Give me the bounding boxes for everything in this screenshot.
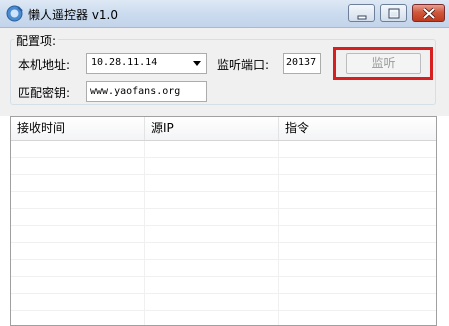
list-header: 接收时间 源IP 指令 <box>11 117 436 141</box>
local-address-label: 本机地址: <box>18 58 71 72</box>
message-list[interactable]: 接收时间 源IP 指令 <box>10 116 437 326</box>
listen-button[interactable]: 监听 <box>346 53 421 74</box>
key-input[interactable]: www.yaofans.org <box>86 81 207 102</box>
close-button[interactable] <box>412 4 445 22</box>
list-body[interactable] <box>11 141 436 325</box>
key-label: 匹配密钥: <box>18 86 71 100</box>
maximize-icon <box>388 8 400 19</box>
config-panel: 配置项: 本机地址: 10.28.11.14 监听端口: 20137 监听 匹配… <box>0 28 449 116</box>
close-icon <box>422 7 436 20</box>
maximize-button[interactable] <box>380 4 407 22</box>
port-input[interactable]: 20137 <box>283 53 321 74</box>
minimize-button[interactable] <box>348 4 375 22</box>
title-bar[interactable]: 懒人遥控器 v1.0 <box>0 0 449 28</box>
remote-app-icon <box>6 5 23 22</box>
window-title: 懒人遥控器 v1.0 <box>28 8 119 22</box>
column-header-command[interactable]: 指令 <box>279 117 436 140</box>
local-address-value: 10.28.11.14 <box>91 57 158 68</box>
chevron-down-icon <box>193 61 201 66</box>
minimize-icon <box>357 15 367 20</box>
config-group-label: 配置项: <box>14 32 59 49</box>
column-header-time[interactable]: 接收时间 <box>11 117 145 140</box>
local-address-select[interactable]: 10.28.11.14 <box>86 53 207 74</box>
port-label: 监听端口: <box>217 58 270 72</box>
column-header-source-ip[interactable]: 源IP <box>145 117 279 140</box>
